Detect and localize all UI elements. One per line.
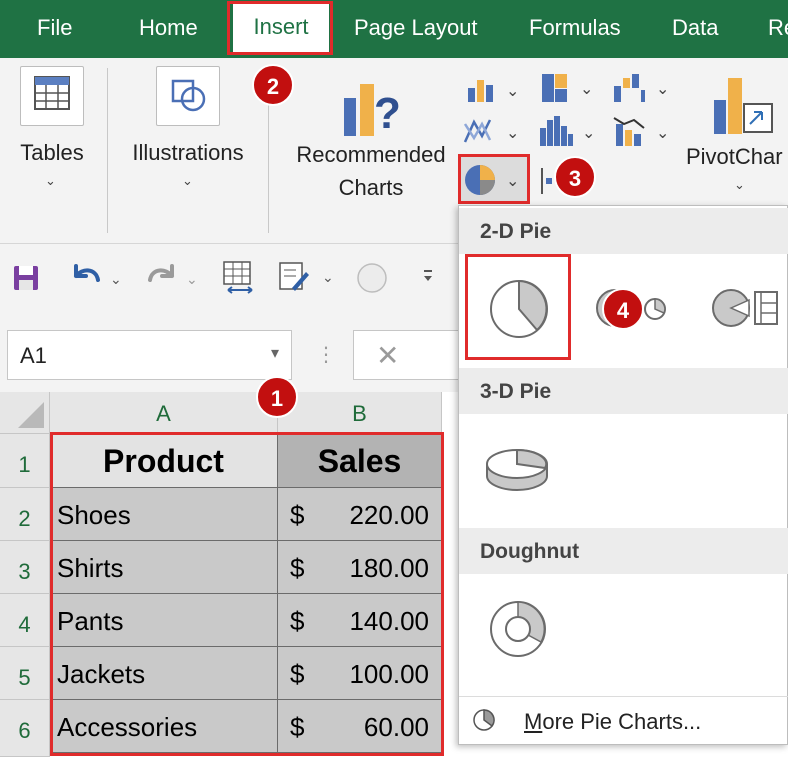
- insert-tab-highlight: [227, 1, 333, 55]
- column-header-a[interactable]: A: [50, 392, 278, 434]
- customize-toolbar-icon[interactable]: [422, 268, 434, 289]
- svg-text:⌄: ⌄: [580, 79, 593, 98]
- worksheet-grid: A B 1 2 3 4 5 6 Product Sales Shoes $ 22…: [0, 392, 460, 757]
- row-header[interactable]: 4: [0, 594, 50, 647]
- svg-text:⌄: ⌄: [186, 272, 198, 288]
- doughnut-option[interactable]: [483, 594, 553, 664]
- row-header[interactable]: 5: [0, 647, 50, 700]
- pie-chart-button-highlight: [458, 154, 530, 204]
- formula-bar-area: A1 ▾ ⋮ ✕: [0, 310, 463, 392]
- illustrations-chevron-icon: ⌄: [182, 173, 193, 188]
- more-pie-charts-accesskey: M: [524, 709, 543, 734]
- tab-formulas[interactable]: Formulas: [529, 0, 621, 58]
- undo-icon[interactable]: ⌄: [66, 262, 128, 299]
- column-header-b[interactable]: B: [278, 392, 442, 434]
- pivot-chart-icon: [708, 74, 774, 141]
- column-chart-icon[interactable]: ⌄: [466, 76, 522, 109]
- recommended-charts-label-1: Recommended: [296, 142, 446, 167]
- form-edit-icon[interactable]: ⌄: [276, 260, 338, 299]
- combo-chart-icon[interactable]: ⌄: [612, 114, 672, 153]
- shape-circle-icon[interactable]: [356, 262, 388, 299]
- svg-text:?: ?: [374, 89, 401, 138]
- tables-label: Tables: [20, 140, 84, 165]
- row-header[interactable]: 6: [0, 700, 50, 757]
- pivot-chart-chevron-icon: ⌄: [734, 177, 745, 192]
- more-pie-charts-link[interactable]: More Pie Charts...: [459, 696, 788, 746]
- redo-icon[interactable]: ⌄: [142, 262, 204, 299]
- pivot-chart-label: PivotChar: [686, 144, 783, 169]
- bar-of-pie-option[interactable]: [709, 278, 788, 338]
- data-range-highlight: [50, 432, 444, 756]
- tab-data[interactable]: Data: [672, 0, 718, 58]
- table-icon: [20, 66, 84, 126]
- callout-badge-2: 2: [252, 64, 294, 106]
- tab-page-layout[interactable]: Page Layout: [354, 0, 478, 58]
- waterfall-chart-icon[interactable]: ⌄: [612, 72, 672, 109]
- svg-text:⌄: ⌄: [322, 270, 334, 286]
- ribbon-divider: [107, 68, 108, 233]
- ribbon-tab-bar: File Home Insert Page Layout Formulas Da…: [0, 0, 788, 58]
- tables-chevron-icon: ⌄: [45, 173, 56, 188]
- pie-chart-gallery: 2-D Pie 3-D Pie Doughnut More Pie Charts…: [458, 205, 788, 745]
- recommended-charts-icon: ?: [340, 76, 406, 143]
- svg-text:⌄: ⌄: [582, 123, 595, 142]
- cancel-formula-icon[interactable]: ✕: [376, 339, 399, 372]
- pie-option-highlight: [465, 254, 571, 360]
- section-doughnut: Doughnut: [459, 528, 788, 574]
- more-pie-charts-label: More Pie Charts...: [524, 709, 701, 735]
- callout-badge-3: 3: [554, 156, 596, 198]
- callout-badge-4: 4: [602, 288, 644, 330]
- tab-review-partial[interactable]: Re: [768, 0, 788, 58]
- formula-buttons: ✕: [353, 330, 463, 380]
- row-header[interactable]: 1: [0, 434, 50, 488]
- shapes-icon: [156, 66, 220, 126]
- 3d-pie-option[interactable]: [481, 434, 553, 498]
- quick-access-toolbar: ⌄ ⌄ ⌄: [0, 244, 460, 310]
- section-3d-pie: 3-D Pie: [459, 368, 788, 414]
- row-header[interactable]: 2: [0, 488, 50, 541]
- hierarchy-chart-icon[interactable]: ⌄: [540, 72, 596, 109]
- name-box[interactable]: A1 ▾: [7, 330, 292, 380]
- name-box-value: A1: [20, 343, 47, 368]
- save-icon[interactable]: [12, 264, 40, 297]
- tab-file[interactable]: File: [37, 0, 72, 58]
- svg-text:⌄: ⌄: [506, 123, 519, 142]
- illustrations-label: Illustrations: [132, 140, 244, 165]
- name-box-dropdown-icon[interactable]: ▾: [271, 343, 279, 363]
- svg-text:⌄: ⌄: [656, 79, 669, 98]
- more-pie-charts-text: ore Pie Charts...: [542, 709, 702, 734]
- tab-home[interactable]: Home: [139, 0, 198, 58]
- select-all-corner[interactable]: [0, 392, 50, 434]
- line-chart-icon[interactable]: ⌄: [462, 114, 522, 153]
- section-2d-pie: 2-D Pie: [459, 208, 788, 254]
- pie-chart-small-icon: [471, 707, 497, 738]
- print-area-icon[interactable]: [222, 260, 258, 299]
- recommended-charts-label-2: Charts: [338, 175, 404, 200]
- callout-badge-1: 1: [256, 376, 298, 418]
- formula-bar-grip-icon: ⋮: [316, 344, 336, 366]
- statistic-chart-icon[interactable]: ⌄: [538, 114, 598, 153]
- svg-text:⌄: ⌄: [656, 123, 669, 142]
- svg-text:⌄: ⌄: [506, 81, 519, 100]
- svg-text:⌄: ⌄: [110, 272, 122, 288]
- row-header[interactable]: 3: [0, 541, 50, 594]
